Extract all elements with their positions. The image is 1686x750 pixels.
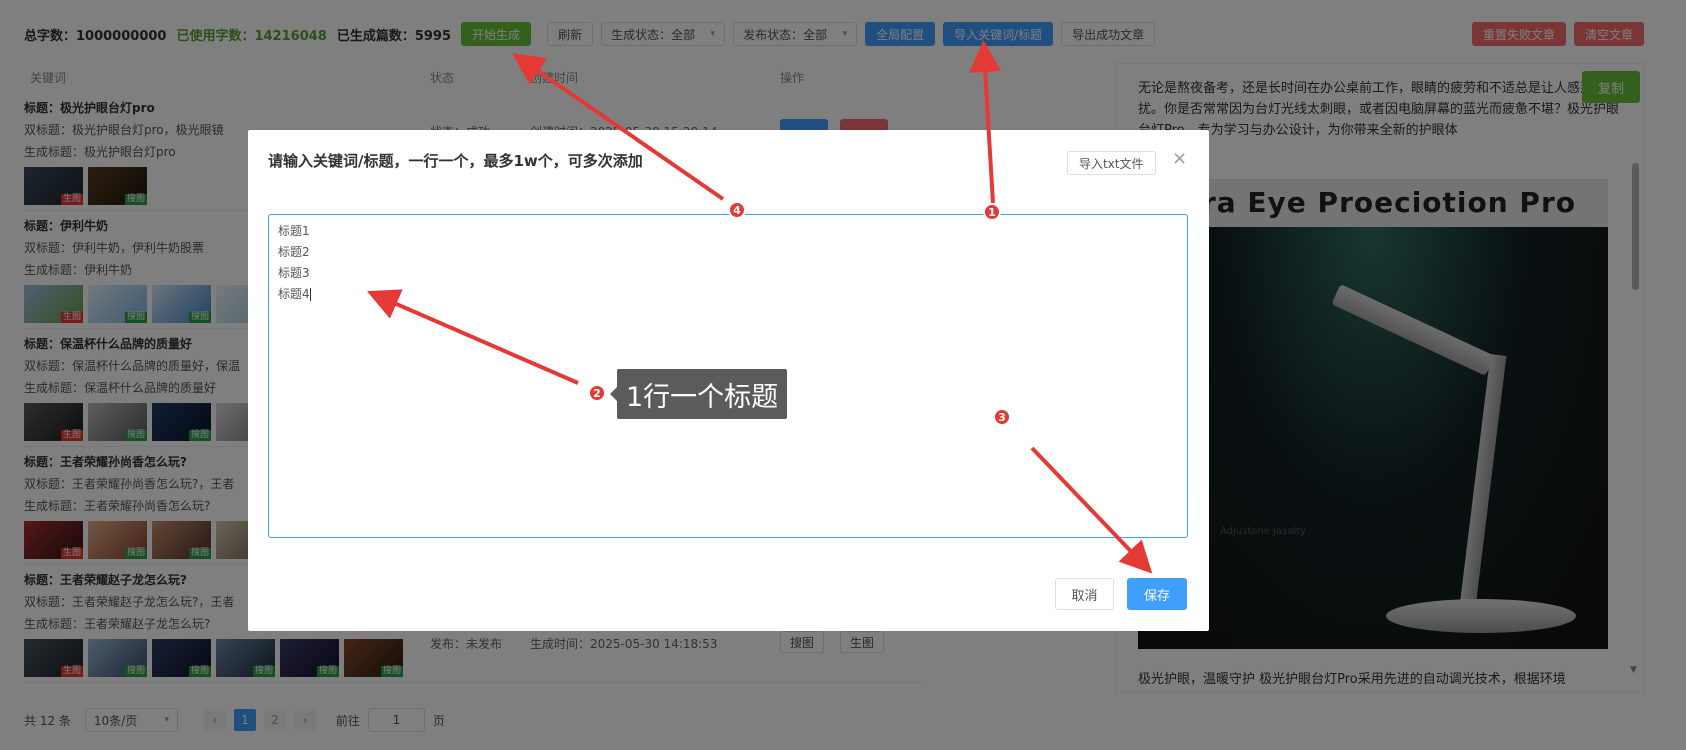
- annotation-tip: 1行一个标题: [609, 369, 788, 419]
- badge-2: 2: [588, 384, 606, 402]
- arrow-3: [1030, 446, 1153, 574]
- arrow-1: [969, 40, 1002, 204]
- badge-4: 4: [728, 201, 746, 219]
- badge-3: 3: [993, 408, 1011, 426]
- badge-1: 1: [983, 203, 1001, 221]
- arrow-4: [512, 53, 725, 201]
- arrow-2: [366, 289, 579, 385]
- annotation-arrows: [366, 40, 1153, 574]
